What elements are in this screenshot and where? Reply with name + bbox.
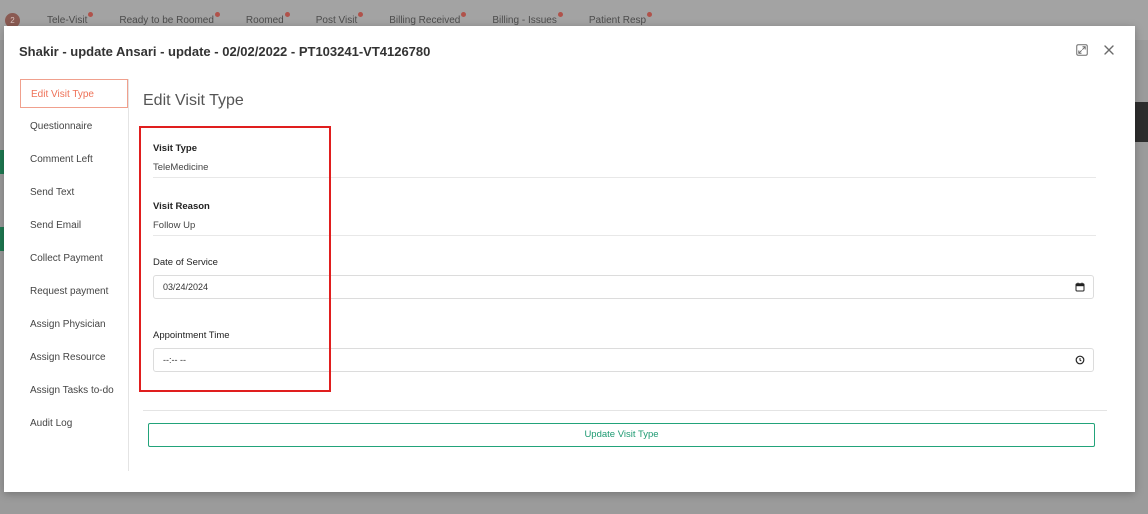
visit-type-value: TeleMedicine: [153, 162, 209, 173]
divider: [153, 235, 1096, 236]
edit-visit-modal: Shakir - update Ansari - update - 02/02/…: [4, 26, 1135, 492]
footer-divider: [143, 410, 1107, 411]
date-of-service-value: 03/24/2024: [163, 282, 209, 292]
calendar-icon[interactable]: [1075, 282, 1085, 292]
visit-type-label: Visit Type: [153, 143, 197, 154]
sidebar-item-assign-resource[interactable]: Assign Resource: [20, 343, 128, 372]
tab-patient-resp[interactable]: Patient Resp: [589, 12, 653, 26]
section-title: Edit Visit Type: [143, 92, 244, 109]
sidebar-item-request-payment[interactable]: Request payment: [20, 277, 128, 306]
appointment-time-value: --:-- --: [163, 355, 186, 365]
tab-roomed[interactable]: Roomed: [246, 12, 290, 26]
sidebar-item-assign-tasks[interactable]: Assign Tasks to-do: [20, 376, 128, 405]
modal-content: Edit Visit Type Visit Type TeleMedicine …: [143, 79, 1107, 479]
sidebar-item-send-text[interactable]: Send Text: [20, 178, 128, 207]
close-icon[interactable]: [1103, 44, 1115, 56]
sidebar-item-audit-log[interactable]: Audit Log: [20, 409, 128, 438]
tab-billing-received[interactable]: Billing Received: [389, 12, 467, 26]
visit-reason-label: Visit Reason: [153, 201, 210, 212]
tab-post-visit[interactable]: Post Visit: [316, 12, 364, 26]
modal-sidebar: Edit Visit Type Questionnaire Comment Le…: [20, 79, 129, 471]
sidebar-item-edit-visit-type[interactable]: Edit Visit Type: [20, 79, 128, 108]
clock-icon[interactable]: [1075, 355, 1085, 365]
sidebar-item-assign-physician[interactable]: Assign Physician: [20, 310, 128, 339]
sidebar-item-send-email[interactable]: Send Email: [20, 211, 128, 240]
expand-icon[interactable]: [1076, 44, 1088, 56]
appointment-time-label: Appointment Time: [153, 330, 230, 341]
visit-reason-value: Follow Up: [153, 220, 196, 231]
tab-ready-to-be-roomed[interactable]: Ready to be Roomed: [119, 12, 220, 26]
sidebar-item-questionnaire[interactable]: Questionnaire: [20, 112, 128, 141]
tab-tele-visit[interactable]: Tele-Visit: [47, 12, 94, 26]
modal-title: Shakir - update Ansari - update - 02/02/…: [19, 44, 431, 59]
bg-dark-block: [1135, 102, 1148, 142]
bg-tabs: Tele-Visit Ready to be Roomed Roomed Pos…: [47, 12, 678, 26]
appointment-time-input[interactable]: --:-- --: [153, 348, 1094, 372]
tab-billing-issues[interactable]: Billing - Issues: [492, 12, 563, 26]
date-of-service-label: Date of Service: [153, 257, 218, 268]
sidebar-item-collect-payment[interactable]: Collect Payment: [20, 244, 128, 273]
date-of-service-input[interactable]: 03/24/2024: [153, 275, 1094, 299]
sidebar-item-comment-left[interactable]: Comment Left: [20, 145, 128, 174]
update-visit-type-button[interactable]: Update Visit Type: [148, 423, 1095, 447]
divider: [153, 177, 1096, 178]
